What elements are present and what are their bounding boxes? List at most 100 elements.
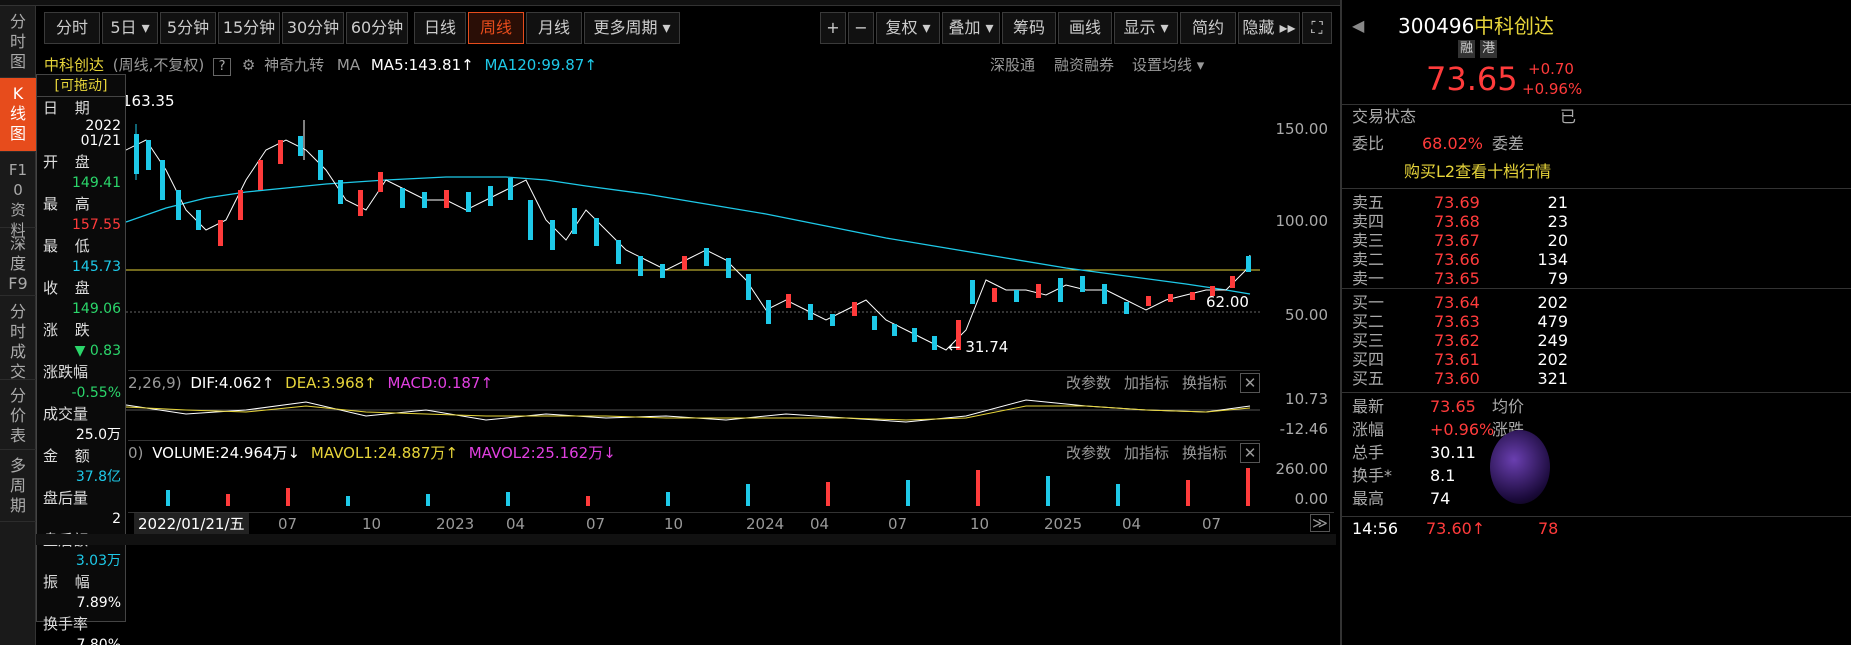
macd-add-indicator[interactable]: 加指标 (1124, 371, 1169, 395)
nav-timeshare[interactable]: 分时图 (0, 6, 36, 78)
bid-volume: 321 (1537, 369, 1568, 388)
nav-f10[interactable]: F10资料 (0, 152, 36, 239)
drag-handle[interactable]: [可拖动] (37, 75, 125, 97)
stat-value: 30.11 (1430, 443, 1476, 462)
ma-settings-dropdown[interactable]: 设置均线 ▾ (1132, 52, 1204, 78)
macd-edit-params[interactable]: 改参数 (1066, 371, 1111, 395)
promo-planet-image[interactable] (1490, 430, 1550, 504)
info-label: 金 额 (43, 447, 96, 465)
stat-row: 最高 74 (1342, 487, 1851, 511)
last-trade-row: 14:56 73.60↑ 78 (1342, 516, 1851, 540)
bid-label: 买五 (1352, 369, 1385, 388)
draw-line-button[interactable]: 画线 (1058, 12, 1112, 44)
macd-close-icon[interactable]: ✕ (1240, 373, 1260, 393)
status-value: 已 (1560, 107, 1577, 126)
help-icon[interactable]: ? (213, 58, 232, 76)
dea-line (126, 405, 1251, 421)
macd-swap-indicator[interactable]: 换指标 (1182, 371, 1227, 395)
period-5day-button[interactable]: 5日 ▾ (102, 12, 158, 44)
stat-value: +0.96% (1430, 420, 1495, 439)
trade-time: 14:56 (1352, 519, 1399, 538)
period-timeshare-button[interactable]: 分时 (44, 12, 100, 44)
info-label: 涨跌幅 (43, 363, 89, 381)
info-label: 日 期 (43, 99, 96, 117)
stat-label: 总手 (1352, 443, 1385, 462)
bid-row[interactable]: 买五 73.60 321 (1342, 367, 1851, 391)
stat-label: 涨幅 (1352, 420, 1385, 439)
hide-button[interactable]: 隐藏 ▸▸ (1238, 12, 1300, 44)
info-label: 换手率 (43, 615, 89, 633)
x-tick: 10 (970, 515, 990, 533)
scroll-right-button[interactable]: ≫ (1310, 514, 1330, 532)
trade-vol: 78 (1538, 519, 1559, 538)
link-margin[interactable]: 融资融券 (1054, 52, 1114, 78)
nav-kline[interactable]: K线图 (0, 78, 36, 152)
high-marker-label: 163.35 (126, 92, 175, 110)
stat-label-2: 均价 (1492, 397, 1525, 416)
price-row: 73.65 +0.70 +0.96% (1342, 58, 1851, 100)
period-week-button[interactable]: 周线 (468, 12, 524, 44)
margin-badge[interactable]: 融 (1458, 40, 1476, 58)
period-day-button[interactable]: 日线 (414, 12, 466, 44)
info-volume: 25.0万 (75, 427, 121, 443)
info-amount: 37.8亿 (75, 469, 121, 485)
adjust-dropdown[interactable]: 复权 ▾ (876, 12, 940, 44)
price-change-pct: +0.96% (1522, 80, 1583, 98)
x-tick: 07 (888, 515, 908, 533)
stats-block: 最新 73.65 均价 涨幅 +0.96% 涨跌 总手 30.11 换手* 8.1 最高 74 (1342, 392, 1851, 508)
nav-depth[interactable]: 深度F9 (0, 228, 36, 296)
more-periods-dropdown[interactable]: 更多周期 ▾ (584, 12, 680, 44)
x-tick: 10 (362, 515, 382, 533)
volume-add-indicator[interactable]: 加指标 (1124, 441, 1169, 465)
l2-link[interactable]: 购买L2查看十档行情 (1404, 160, 1551, 184)
zoom-in-button[interactable]: + (820, 12, 846, 44)
overlay-dropdown[interactable]: 叠加 ▾ (942, 12, 1000, 44)
nav-price-table[interactable]: 分价表 (0, 380, 36, 450)
info-turnover: 7.80% (76, 637, 121, 645)
period-30min-button[interactable]: 30分钟 (282, 12, 344, 44)
indicator-name[interactable]: 神奇九转 (264, 56, 324, 74)
link-hk-connect[interactable]: 深股通 (990, 52, 1035, 78)
weibi-row: 委比 68.02% 委差 (1342, 132, 1851, 156)
volume-swap-indicator[interactable]: 换指标 (1182, 441, 1227, 465)
nav-multi-period[interactable]: 多周期 (0, 450, 36, 522)
gear-icon[interactable]: ⚙ (242, 56, 255, 74)
volume-params: 0) (128, 444, 144, 462)
info-close: 149.06 (72, 301, 121, 317)
info-label: 涨 跌 (43, 321, 96, 339)
bid-price: 73.60 (1434, 369, 1480, 388)
stat-row: 换手* 8.1 (1342, 464, 1851, 488)
dif-line (126, 399, 1251, 423)
kline-chart[interactable]: 163.35 ← 31.74 62.00 (126, 80, 1262, 536)
volume-close-icon[interactable]: ✕ (1240, 443, 1260, 463)
weibi-label: 委比 (1352, 134, 1385, 153)
stat-label: 最新 (1352, 397, 1385, 416)
info-after-vol: 2 (112, 511, 121, 527)
current-price: 73.65 (1426, 60, 1518, 98)
cursor-date: 2022/01/21/五 (134, 513, 249, 535)
simple-button[interactable]: 简约 (1180, 12, 1236, 44)
l2-link-row: 购买L2查看十档行情 (1342, 160, 1851, 184)
x-tick: 2023 (436, 515, 475, 533)
period-60min-button[interactable]: 60分钟 (346, 12, 408, 44)
x-tick: 2025 (1044, 515, 1083, 533)
back-arrow-icon[interactable]: ◀ (1352, 10, 1364, 42)
chart-mode: (周线,不复权) (112, 56, 205, 74)
zoom-out-button[interactable]: − (848, 12, 874, 44)
fullscreen-icon[interactable]: ⛶ (1302, 12, 1332, 44)
info-open: 149.41 (72, 175, 121, 191)
period-15min-button[interactable]: 15分钟 (218, 12, 280, 44)
display-dropdown[interactable]: 显示 ▾ (1114, 12, 1178, 44)
status-row: 交易状态 已 (1342, 104, 1851, 128)
x-tick: 04 (1122, 515, 1142, 533)
chips-button[interactable]: 筹码 (1002, 12, 1056, 44)
volume-edit-params[interactable]: 改参数 (1066, 441, 1111, 465)
nav-ticks[interactable]: 分时成交 (0, 296, 36, 381)
x-tick: 07 (1202, 515, 1222, 533)
hk-badge[interactable]: 港 (1480, 40, 1498, 58)
volume-header: 0) VOLUME:24.964万↓ MAVOL1:24.887万↑ MAVOL… (128, 440, 1260, 464)
ma-label: MA (336, 56, 361, 74)
period-month-button[interactable]: 月线 (526, 12, 582, 44)
low-marker-label: ← 31.74 (948, 338, 1008, 356)
period-5min-button[interactable]: 5分钟 (160, 12, 216, 44)
